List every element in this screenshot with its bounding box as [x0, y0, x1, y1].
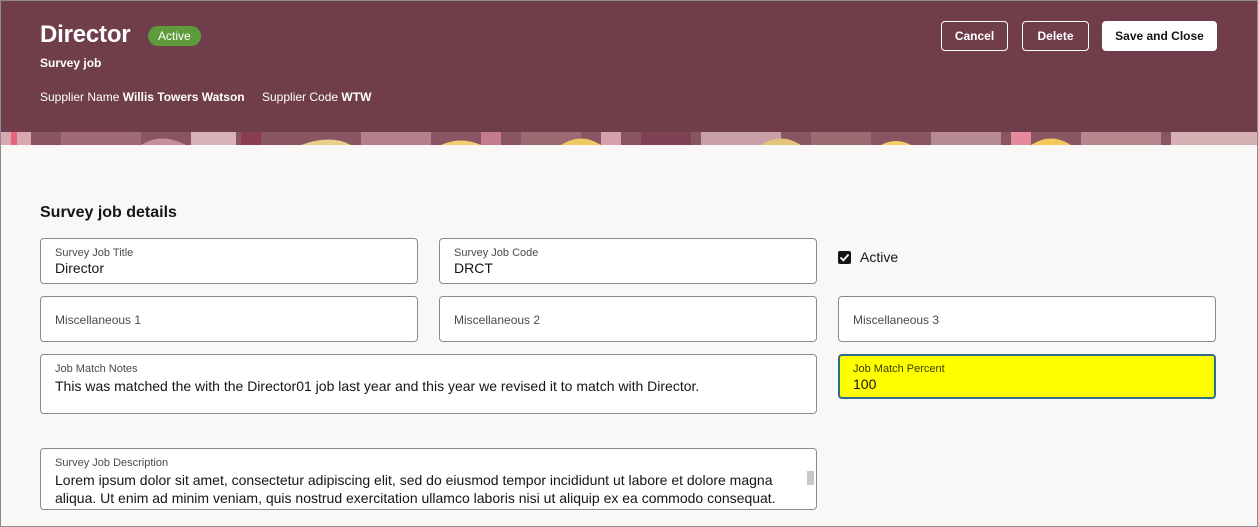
- job-match-notes-field[interactable]: Job Match Notes This was matched the wit…: [40, 354, 817, 414]
- supplier-code: Supplier Code WTW: [262, 90, 371, 104]
- supplier-name: Supplier Name Willis Towers Watson: [40, 90, 245, 104]
- active-checkbox-label: Active: [860, 249, 899, 265]
- job-match-percent-value[interactable]: 100: [853, 376, 876, 392]
- page-title: Director: [40, 21, 131, 48]
- miscellaneous-1-field[interactable]: Miscellaneous 1: [40, 296, 418, 342]
- job-match-notes-label: Job Match Notes: [55, 363, 138, 375]
- header-decorative-band: [1, 132, 1257, 145]
- miscellaneous-2-field[interactable]: Miscellaneous 2: [439, 296, 817, 342]
- job-match-percent-field[interactable]: Job Match Percent 100: [838, 354, 1216, 399]
- miscellaneous-3-field[interactable]: Miscellaneous 3: [838, 296, 1216, 342]
- status-badge: Active: [148, 26, 201, 46]
- survey-job-title-field[interactable]: Survey Job Title Director: [40, 238, 418, 284]
- save-and-close-button[interactable]: Save and Close: [1102, 21, 1217, 51]
- supplier-code-label: Supplier Code: [262, 90, 339, 104]
- description-scrollbar[interactable]: [807, 471, 814, 485]
- supplier-code-value: WTW: [341, 90, 372, 104]
- survey-job-code-value[interactable]: DRCT: [454, 260, 493, 276]
- miscellaneous-3-placeholder: Miscellaneous 3: [853, 313, 940, 327]
- survey-job-description-value[interactable]: Lorem ipsum dolor sit amet, consectetur …: [55, 471, 805, 507]
- survey-job-title-label: Survey Job Title: [55, 247, 134, 259]
- survey-job-description-label: Survey Job Description: [55, 457, 169, 469]
- job-match-notes-value[interactable]: This was matched the with the Director01…: [55, 378, 699, 394]
- active-checkbox[interactable]: Active: [838, 249, 898, 265]
- survey-job-code-label: Survey Job Code: [454, 247, 539, 259]
- survey-job-description-field[interactable]: Survey Job Description Lorem ipsum dolor…: [40, 448, 817, 510]
- supplier-name-value: Willis Towers Watson: [122, 90, 245, 104]
- miscellaneous-1-placeholder: Miscellaneous 1: [55, 313, 142, 327]
- survey-job-title-value[interactable]: Director: [55, 260, 104, 276]
- section-title: Survey job details: [40, 204, 177, 221]
- miscellaneous-2-placeholder: Miscellaneous 2: [454, 313, 541, 327]
- page-header: Director Active Survey job Supplier Name…: [1, 1, 1257, 145]
- supplier-name-label: Supplier Name: [40, 90, 120, 104]
- survey-job-code-field[interactable]: Survey Job Code DRCT: [439, 238, 817, 284]
- delete-button[interactable]: Delete: [1022, 21, 1089, 51]
- checkbox-checked-icon[interactable]: [838, 250, 851, 264]
- page-frame: Director Active Survey job Supplier Name…: [0, 0, 1258, 527]
- page-subtitle: Survey job: [40, 56, 102, 70]
- job-match-percent-label: Job Match Percent: [853, 363, 945, 375]
- cancel-button[interactable]: Cancel: [941, 21, 1008, 51]
